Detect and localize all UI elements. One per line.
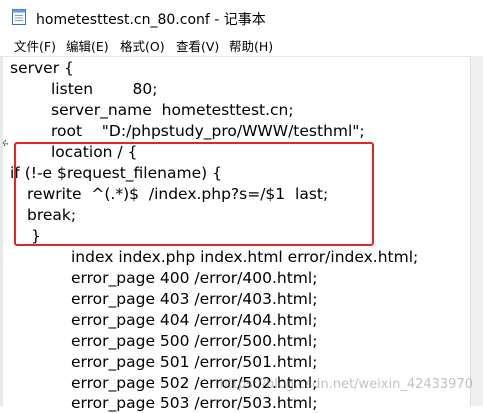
highlight-annotation-box <box>14 142 374 246</box>
code-line: error_page 404 /error/404.html; <box>71 311 318 329</box>
code-line: root "D:/phpstudy_pro/WWW/testhml"; <box>51 122 365 140</box>
code-line: index index.php index.html error/index.h… <box>71 248 419 266</box>
code-line: server_name hometesttest.cn; <box>51 101 294 119</box>
code-line: error_page 501 /error/501.html; <box>71 353 318 371</box>
menu-format[interactable]: 格式(O) <box>120 36 165 55</box>
menu-help[interactable]: 帮助(H) <box>229 36 273 55</box>
menu-file[interactable]: 文件(F) <box>14 36 56 55</box>
window-title: hometesttest.cn_80.conf - 记事本 <box>36 12 266 28</box>
editor-left-edge <box>0 56 3 406</box>
watermark: https://blog.csdn.net/weixin_42433970 <box>219 377 473 392</box>
code-line: error_page 403 /error/403.html; <box>71 290 318 308</box>
menu-view[interactable]: 查看(V) <box>176 36 219 55</box>
code-line: error_page 500 /error/500.html; <box>71 332 318 350</box>
notepad-icon <box>12 9 26 25</box>
title-bar: hometesttest.cn_80.conf - 记事本 <box>0 0 483 34</box>
vertical-scrollbar[interactable] <box>470 56 483 406</box>
menu-edit[interactable]: 编辑(E) <box>66 36 109 55</box>
code-line: listen 80; <box>51 80 158 98</box>
menu-bar: 文件(F) 编辑(E) 格式(O) 查看(V) 帮助(H) <box>0 34 483 56</box>
left-margin-marker: ሩ <box>2 136 9 149</box>
code-line: error_page 400 /error/400.html; <box>71 269 318 287</box>
code-line: error_page 503 /error/503.html; <box>71 394 318 412</box>
code-line: server { <box>10 59 74 77</box>
